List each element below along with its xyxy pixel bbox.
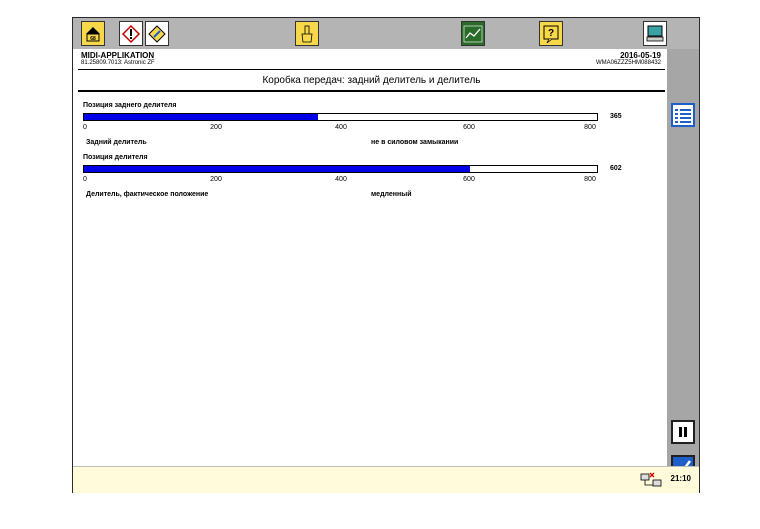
clock: 21:10 bbox=[670, 474, 691, 483]
gauge-fill bbox=[84, 166, 471, 172]
gauge-bar bbox=[83, 113, 598, 121]
svg-text:68: 68 bbox=[90, 36, 96, 42]
hand-icon bbox=[301, 25, 313, 42]
status-label: Задний делитель bbox=[86, 139, 147, 146]
help-icon: ? bbox=[543, 25, 559, 43]
top-toolbar: 68 ? bbox=[73, 18, 699, 50]
svg-text:?: ? bbox=[548, 28, 554, 39]
home-icon: 68 bbox=[86, 26, 100, 42]
status-value: не в силовом замыкании bbox=[371, 139, 459, 146]
chart-button[interactable] bbox=[461, 21, 485, 46]
status-bar: 21:10 bbox=[73, 466, 699, 493]
page-title: Коробка передач: задний делитель и делит… bbox=[78, 69, 665, 92]
status-label: Делитель, фактическое положение bbox=[86, 191, 209, 198]
gauge-value: 365 bbox=[610, 113, 622, 120]
hand-button[interactable] bbox=[295, 21, 319, 46]
tick-label: 800 bbox=[584, 124, 596, 131]
app-name: MIDI-APPLIKATION bbox=[81, 51, 155, 60]
diagnostic-pen-icon bbox=[148, 24, 166, 43]
help-button[interactable]: ? bbox=[539, 21, 563, 46]
tick-label: 600 bbox=[463, 124, 475, 131]
app-subtitle: 81.25809.7013: Astronic ZF bbox=[81, 60, 155, 66]
home-button[interactable]: 68 bbox=[81, 21, 105, 46]
gauge-value: 602 bbox=[610, 165, 622, 172]
pause-icon bbox=[679, 427, 687, 437]
diagnostic-pen-button[interactable] bbox=[145, 21, 169, 46]
vin: WMA06ZZZ5HM088432 bbox=[595, 60, 661, 66]
gauge-label: Позиция делителя bbox=[83, 154, 148, 161]
gauge-label: Позиция заднего делителя bbox=[83, 102, 177, 109]
warning-diamond-icon bbox=[121, 24, 141, 43]
list-button[interactable] bbox=[671, 103, 695, 127]
gauge-bar bbox=[83, 165, 598, 173]
tick-label: 0 bbox=[83, 124, 87, 131]
computer-icon bbox=[646, 25, 664, 41]
tick-label: 200 bbox=[210, 176, 222, 183]
tick-label: 400 bbox=[335, 124, 347, 131]
pause-button[interactable] bbox=[671, 420, 695, 444]
tick-label: 400 bbox=[335, 176, 347, 183]
tick-label: 0 bbox=[83, 176, 87, 183]
list-icon bbox=[675, 109, 691, 123]
gauge-panel: Позиция заднего делителя 365 0 200 400 6… bbox=[78, 94, 665, 464]
network-status-icon bbox=[640, 472, 662, 487]
date: 2016-05-19 bbox=[620, 51, 661, 60]
gauge-fill bbox=[84, 114, 319, 120]
chart-icon bbox=[463, 25, 483, 42]
tick-label: 200 bbox=[210, 124, 222, 131]
computer-button[interactable] bbox=[643, 21, 667, 46]
tick-label: 600 bbox=[463, 176, 475, 183]
tick-label: 800 bbox=[584, 176, 596, 183]
app-window: 68 ? MIDI-APPLIKATION 81.25809.7013: Ast… bbox=[72, 17, 700, 493]
right-panel bbox=[667, 49, 699, 479]
status-value: медленный bbox=[371, 191, 412, 198]
header-info: MIDI-APPLIKATION 81.25809.7013: Astronic… bbox=[73, 49, 667, 69]
diagnostic-button[interactable] bbox=[119, 21, 143, 46]
